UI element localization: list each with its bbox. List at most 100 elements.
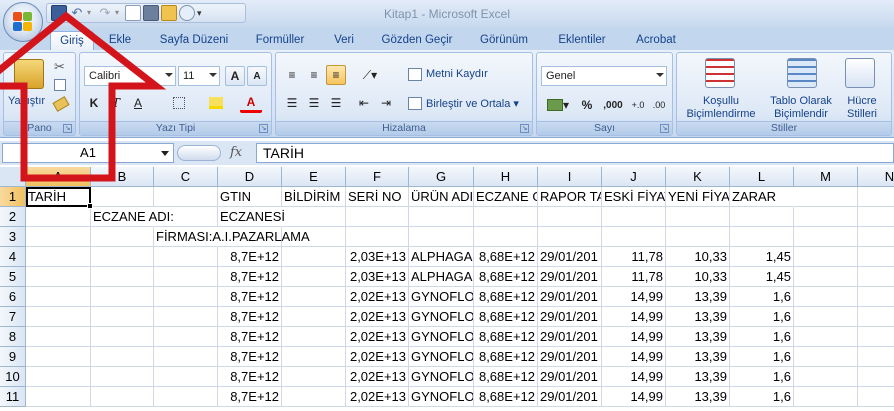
cell-m9[interactable] [794, 347, 858, 367]
column-header-j[interactable]: J [602, 167, 666, 187]
format-as-table-icon[interactable] [787, 58, 817, 88]
cell-m5[interactable] [794, 267, 858, 287]
cell-e8[interactable] [282, 327, 346, 347]
tab-insert[interactable]: Ekle [100, 31, 140, 50]
cell-c5[interactable] [154, 267, 218, 287]
cell-a2[interactable] [26, 207, 91, 227]
column-header-h[interactable]: H [474, 167, 538, 187]
cell-f8[interactable]: 2,02E+13 [346, 327, 409, 347]
cell-h6[interactable]: 8,68E+12 [474, 287, 538, 307]
cell-h11[interactable]: 8,68E+12 [474, 387, 538, 407]
cell-h9[interactable]: 8,68E+12 [474, 347, 538, 367]
cell-a5[interactable] [26, 267, 91, 287]
cell-k11[interactable]: 13,39 [666, 387, 730, 407]
cell-k1[interactable]: YENİ FİYAT [666, 187, 730, 207]
cell-l7[interactable]: 1,6 [730, 307, 794, 327]
shrink-font-icon[interactable]: A [247, 66, 267, 86]
cell-k6[interactable]: 13,39 [666, 287, 730, 307]
cell-a8[interactable] [26, 327, 91, 347]
cell-b2[interactable]: ECZANE ADI: [91, 207, 174, 227]
copy-icon[interactable] [54, 79, 66, 91]
cell-f5[interactable]: 2,03E+13 [346, 267, 409, 287]
fill-handle[interactable] [87, 203, 93, 209]
cell-h10[interactable]: 8,68E+12 [474, 367, 538, 387]
column-header-d[interactable]: D [218, 167, 282, 187]
cell-b10[interactable] [91, 367, 154, 387]
cell-b11[interactable] [91, 387, 154, 407]
row-header-3[interactable]: 3 [0, 227, 26, 247]
cell-n2[interactable] [858, 207, 894, 227]
cell-l4[interactable]: 1,45 [730, 247, 794, 267]
increase-indent-icon[interactable]: ⇥ [376, 93, 396, 113]
cell-g6[interactable]: GYNOFLOI [409, 287, 474, 307]
cell-c7[interactable] [154, 307, 218, 327]
select-all-corner[interactable] [0, 167, 26, 187]
cell-i1[interactable]: RAPOR TA [538, 187, 602, 207]
cell-h1[interactable]: ECZANE G [474, 187, 538, 207]
row-header-4[interactable]: 4 [0, 247, 26, 267]
cell-i5[interactable]: 29/01/201 [538, 267, 602, 287]
cell-i3[interactable] [538, 227, 602, 247]
cell-m8[interactable] [794, 327, 858, 347]
underline-icon[interactable]: A [128, 93, 148, 113]
cell-a11[interactable] [26, 387, 91, 407]
cell-i4[interactable]: 29/01/201 [538, 247, 602, 267]
cell-m10[interactable] [794, 367, 858, 387]
cell-l8[interactable]: 1,6 [730, 327, 794, 347]
cell-j10[interactable]: 14,99 [602, 367, 666, 387]
decrease-indent-icon[interactable]: ⇤ [354, 93, 374, 113]
row-header-2[interactable]: 2 [0, 207, 26, 227]
cell-j1[interactable]: ESKİ FİYAT [602, 187, 666, 207]
cell-g3[interactable] [409, 227, 474, 247]
cell-b8[interactable] [91, 327, 154, 347]
cell-d11[interactable]: 8,7E+12 [218, 387, 282, 407]
tab-acrobat[interactable]: Acrobat [628, 31, 684, 50]
merge-center-button[interactable]: Birleştir ve Ortala ▾ [426, 97, 519, 110]
increase-decimal-icon[interactable]: +.0 [629, 95, 647, 115]
font-size-combo[interactable]: 11 [178, 66, 220, 86]
cell-b6[interactable] [91, 287, 154, 307]
cell-c6[interactable] [154, 287, 218, 307]
cell-l5[interactable]: 1,45 [730, 267, 794, 287]
cell-a3[interactable] [26, 227, 91, 247]
cell-f2[interactable] [346, 207, 409, 227]
font-launcher-icon[interactable]: ↘ [259, 124, 268, 133]
cell-d8[interactable]: 8,7E+12 [218, 327, 282, 347]
cell-h4[interactable]: 8,68E+12 [474, 247, 538, 267]
number-launcher-icon[interactable]: ↘ [660, 124, 669, 133]
cell-l1[interactable]: ZARAR [730, 187, 794, 207]
percent-button[interactable]: % [577, 95, 597, 115]
worksheet-grid[interactable]: A B C D E F G H I J K L M N 1 TARİH GTIN BİLDİRİM I SERİ N… [0, 167, 894, 411]
tab-review[interactable]: Gözden Geçir [376, 31, 458, 50]
cell-g4[interactable]: ALPHAGAI [409, 247, 474, 267]
cell-n3[interactable] [858, 227, 894, 247]
cell-h3[interactable] [474, 227, 538, 247]
cell-n1[interactable] [858, 187, 894, 207]
format-as-table-button[interactable]: Tablo Olarak Biçimlendir [763, 95, 839, 121]
cell-h8[interactable]: 8,68E+12 [474, 327, 538, 347]
row-header-5[interactable]: 5 [0, 267, 26, 287]
font-name-combo[interactable]: Calibri [84, 66, 176, 86]
align-right-icon[interactable]: ☰ [326, 93, 346, 113]
column-header-i[interactable]: I [538, 167, 602, 187]
cell-a9[interactable] [26, 347, 91, 367]
cell-j5[interactable]: 11,78 [602, 267, 666, 287]
column-header-m[interactable]: M [794, 167, 858, 187]
grow-font-icon[interactable]: A [225, 66, 245, 86]
align-left-icon[interactable]: ☰ [282, 93, 302, 113]
cell-m11[interactable] [794, 387, 858, 407]
cell-j8[interactable]: 14,99 [602, 327, 666, 347]
cell-f1[interactable]: SERİ NO [346, 187, 409, 207]
cell-k2[interactable] [666, 207, 730, 227]
decrease-decimal-icon[interactable]: .00 [649, 95, 669, 115]
cell-l9[interactable]: 1,6 [730, 347, 794, 367]
cell-n8[interactable] [858, 327, 894, 347]
cut-icon[interactable]: ✂ [54, 59, 65, 75]
cell-f3[interactable] [346, 227, 409, 247]
column-header-g[interactable]: G [409, 167, 474, 187]
cell-i8[interactable]: 29/01/201 [538, 327, 602, 347]
cell-b4[interactable] [91, 247, 154, 267]
column-header-c[interactable]: C [154, 167, 218, 187]
cell-b9[interactable] [91, 347, 154, 367]
format-painter-icon[interactable] [52, 96, 70, 112]
